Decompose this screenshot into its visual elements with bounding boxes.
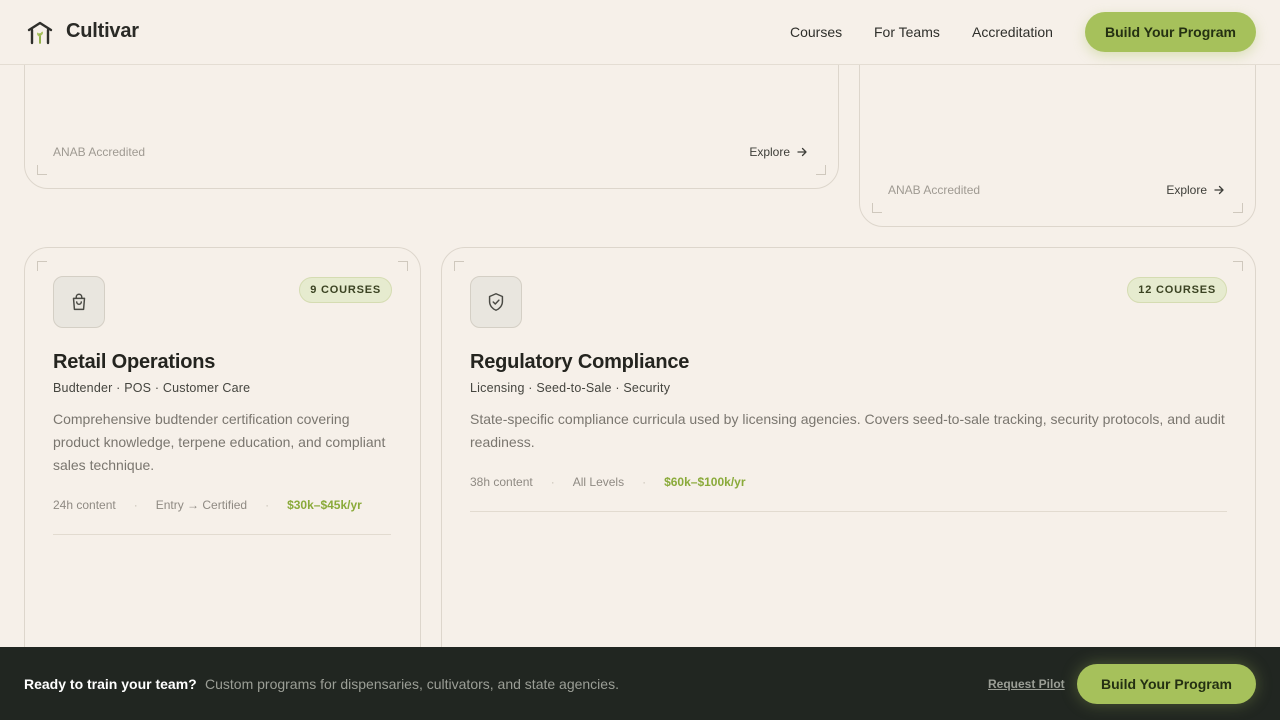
card-corner bbox=[1233, 261, 1243, 271]
cta-bar-subtitle: Custom programs for dispensaries, cultiv… bbox=[205, 676, 619, 692]
card-tags: Budtender · POS · Customer Care bbox=[53, 381, 251, 395]
card-corner bbox=[1233, 203, 1243, 213]
arrow-right-icon bbox=[1214, 185, 1224, 195]
content-hours: 38h content bbox=[470, 475, 533, 489]
card-corner bbox=[454, 261, 464, 271]
request-pilot-link[interactable]: Request Pilot bbox=[988, 677, 1065, 691]
program-card-regulatory-compliance[interactable]: 12 COURSES Regulatory Compliance Licensi… bbox=[441, 247, 1256, 687]
meta-separator: · bbox=[550, 475, 555, 489]
course-count-badge: 12 COURSES bbox=[1127, 277, 1227, 303]
brand-name[interactable]: Cultivar bbox=[66, 20, 139, 43]
bottom-cta-bar: Ready to train your team? Custom program… bbox=[0, 647, 1280, 720]
greenhouse-sprout-icon[interactable] bbox=[26, 19, 54, 47]
arrow-right-icon bbox=[797, 147, 807, 157]
card-divider bbox=[53, 534, 391, 535]
shield-check-icon bbox=[470, 276, 522, 328]
explore-link[interactable]: Explore bbox=[1166, 183, 1225, 197]
nav-for-teams[interactable]: For Teams bbox=[874, 24, 940, 40]
level-range: Entry → Certified bbox=[155, 498, 248, 512]
explore-label: Explore bbox=[1166, 183, 1207, 197]
level-range: All Levels bbox=[572, 475, 625, 489]
explore-label: Explore bbox=[749, 145, 790, 159]
salary-range: $30k–$45k/yr bbox=[287, 498, 362, 512]
card-tags: Licensing · Seed-to-Sale · Security bbox=[470, 381, 671, 395]
meta-separator: · bbox=[133, 498, 138, 512]
site-header: Cultivar Courses For Teams Accreditation… bbox=[0, 0, 1280, 65]
card-corner bbox=[872, 203, 882, 213]
explore-link[interactable]: Explore bbox=[749, 145, 808, 159]
card-corner bbox=[37, 165, 47, 175]
shopping-bag-icon bbox=[53, 276, 105, 328]
content-hours: 24h content bbox=[53, 498, 116, 512]
card-divider bbox=[470, 511, 1227, 512]
card-meta: 38h content · All Levels · $60k–$100k/yr bbox=[470, 475, 746, 489]
card-corner bbox=[37, 261, 47, 271]
card-description: Comprehensive budtender certification co… bbox=[53, 411, 386, 473]
build-program-button-bottom[interactable]: Build Your Program bbox=[1077, 664, 1256, 704]
card-title: Retail Operations bbox=[53, 351, 216, 373]
card-description: State-specific compliance curricula used… bbox=[470, 411, 1225, 450]
page: Cultivar Courses For Teams Accreditation… bbox=[0, 0, 1280, 720]
card-corner bbox=[398, 261, 408, 271]
card-corner bbox=[816, 165, 826, 175]
accreditation-label: ANAB Accredited bbox=[53, 145, 146, 159]
salary-range: $60k–$100k/yr bbox=[664, 475, 746, 489]
meta-separator: · bbox=[265, 498, 270, 512]
nav-courses[interactable]: Courses bbox=[790, 24, 842, 40]
card-meta: 24h content · Entry → Certified · $30k–$… bbox=[53, 498, 362, 512]
accreditation-label: ANAB Accredited bbox=[888, 183, 981, 197]
cta-bar-title: Ready to train your team? bbox=[24, 676, 197, 692]
course-count-badge: 9 COURSES bbox=[299, 277, 392, 303]
nav-accreditation[interactable]: Accreditation bbox=[972, 24, 1053, 40]
card-title: Regulatory Compliance bbox=[470, 351, 690, 373]
meta-separator: · bbox=[642, 475, 647, 489]
build-program-button[interactable]: Build Your Program bbox=[1085, 12, 1256, 52]
program-card-retail-operations[interactable]: 9 COURSES Retail Operations Budtender · … bbox=[24, 247, 421, 687]
